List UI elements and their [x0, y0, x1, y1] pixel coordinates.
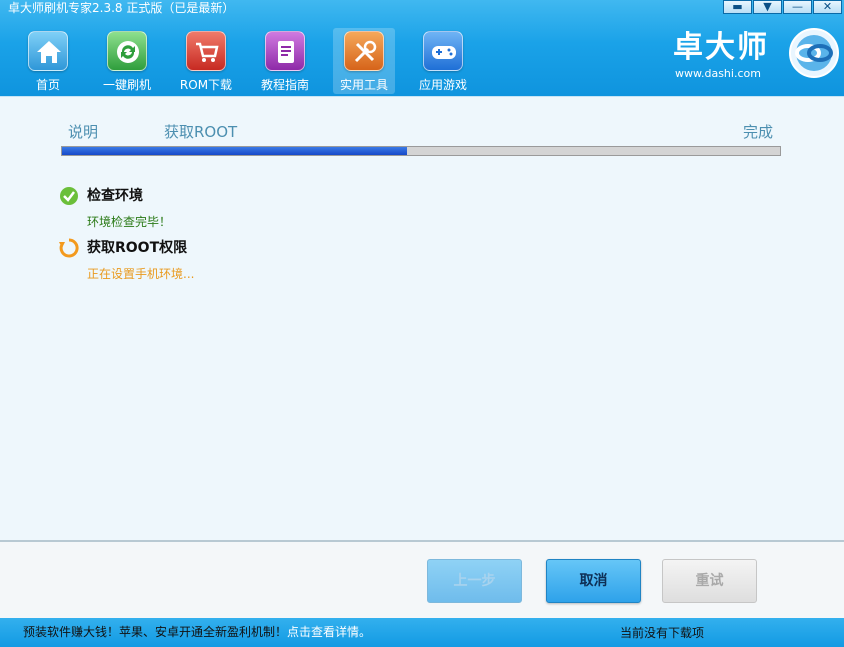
retry-button[interactable]: 重试 — [662, 559, 757, 603]
brand-name: 卓大师 — [673, 30, 769, 65]
step-intro: 说明 — [68, 123, 99, 141]
minimize-button[interactable]: — — [783, 0, 812, 14]
nav-guide-label: 教程指南 — [260, 78, 309, 92]
nav-apps[interactable]: 应用游戏 — [412, 28, 474, 94]
home-icon — [28, 31, 68, 71]
brand-url: www.dashi.com — [675, 67, 761, 80]
task-get-root-title: 获取ROOT权限 — [87, 240, 188, 256]
close-button[interactable]: ✕ — [813, 0, 842, 14]
cancel-button[interactable]: 取消 — [546, 559, 641, 603]
nav-tools[interactable]: 实用工具 — [333, 28, 395, 94]
task-check-env-status: 环境检查完毕！ — [87, 215, 172, 229]
spinner-icon — [59, 238, 79, 258]
task-get-root-status: 正在设置手机环境... — [87, 267, 195, 281]
nav-apps-label: 应用游戏 — [418, 78, 467, 92]
nav-flash-label: 一键刷机 — [102, 78, 151, 92]
step-complete: 完成 — [743, 123, 774, 141]
step-get-root: 获取ROOT — [164, 123, 238, 141]
cart-icon — [186, 31, 226, 71]
download-status[interactable]: 当前没有下载项 — [620, 626, 704, 640]
book-icon — [265, 31, 305, 71]
refresh-icon — [107, 31, 147, 71]
skin-button[interactable]: ▬ — [723, 0, 752, 14]
promo-message: 预装软件赚大钱！苹果、安卓开通全新盈利机制！ — [23, 625, 288, 639]
nav-flash[interactable]: 一键刷机 — [96, 28, 158, 94]
nav-rom[interactable]: ROM下载 — [175, 28, 237, 94]
check-circle-icon — [60, 187, 78, 205]
nav-rom-label: ROM下载 — [179, 78, 233, 92]
nav-tools-label: 实用工具 — [339, 78, 388, 92]
tools-icon — [344, 31, 384, 71]
wizard-progress-bar — [61, 146, 781, 156]
brand: 卓大师 www.dashi.com — [673, 30, 783, 80]
window-title: 卓大师刷机专家2.3.8 正式版（已是最新） — [8, 1, 235, 15]
promo-text: 预装软件赚大钱！苹果、安卓开通全新盈利机制！点击查看详情。 — [23, 625, 371, 639]
promo-details-link[interactable]: 点击查看详情。 — [287, 625, 371, 639]
brand-logo-icon — [789, 28, 839, 78]
prev-button[interactable]: 上一步 — [427, 559, 522, 603]
task-check-env-title: 检查环境 — [87, 188, 143, 204]
app-header: 卓大师刷机专家2.3.8 正式版（已是最新） ▬ ▼ — ✕ 首页 一键刷机 R… — [0, 0, 844, 96]
wizard-progress-fill — [62, 147, 407, 155]
gamepad-icon — [423, 31, 463, 71]
menu-button[interactable]: ▼ — [753, 0, 782, 14]
wizard-panel — [0, 96, 844, 540]
nav-home-label: 首页 — [35, 78, 60, 92]
nav-guide[interactable]: 教程指南 — [254, 28, 316, 94]
nav-home[interactable]: 首页 — [17, 28, 79, 94]
status-bar: 预装软件赚大钱！苹果、安卓开通全新盈利机制！点击查看详情。 当前没有下载项 — [0, 618, 844, 647]
